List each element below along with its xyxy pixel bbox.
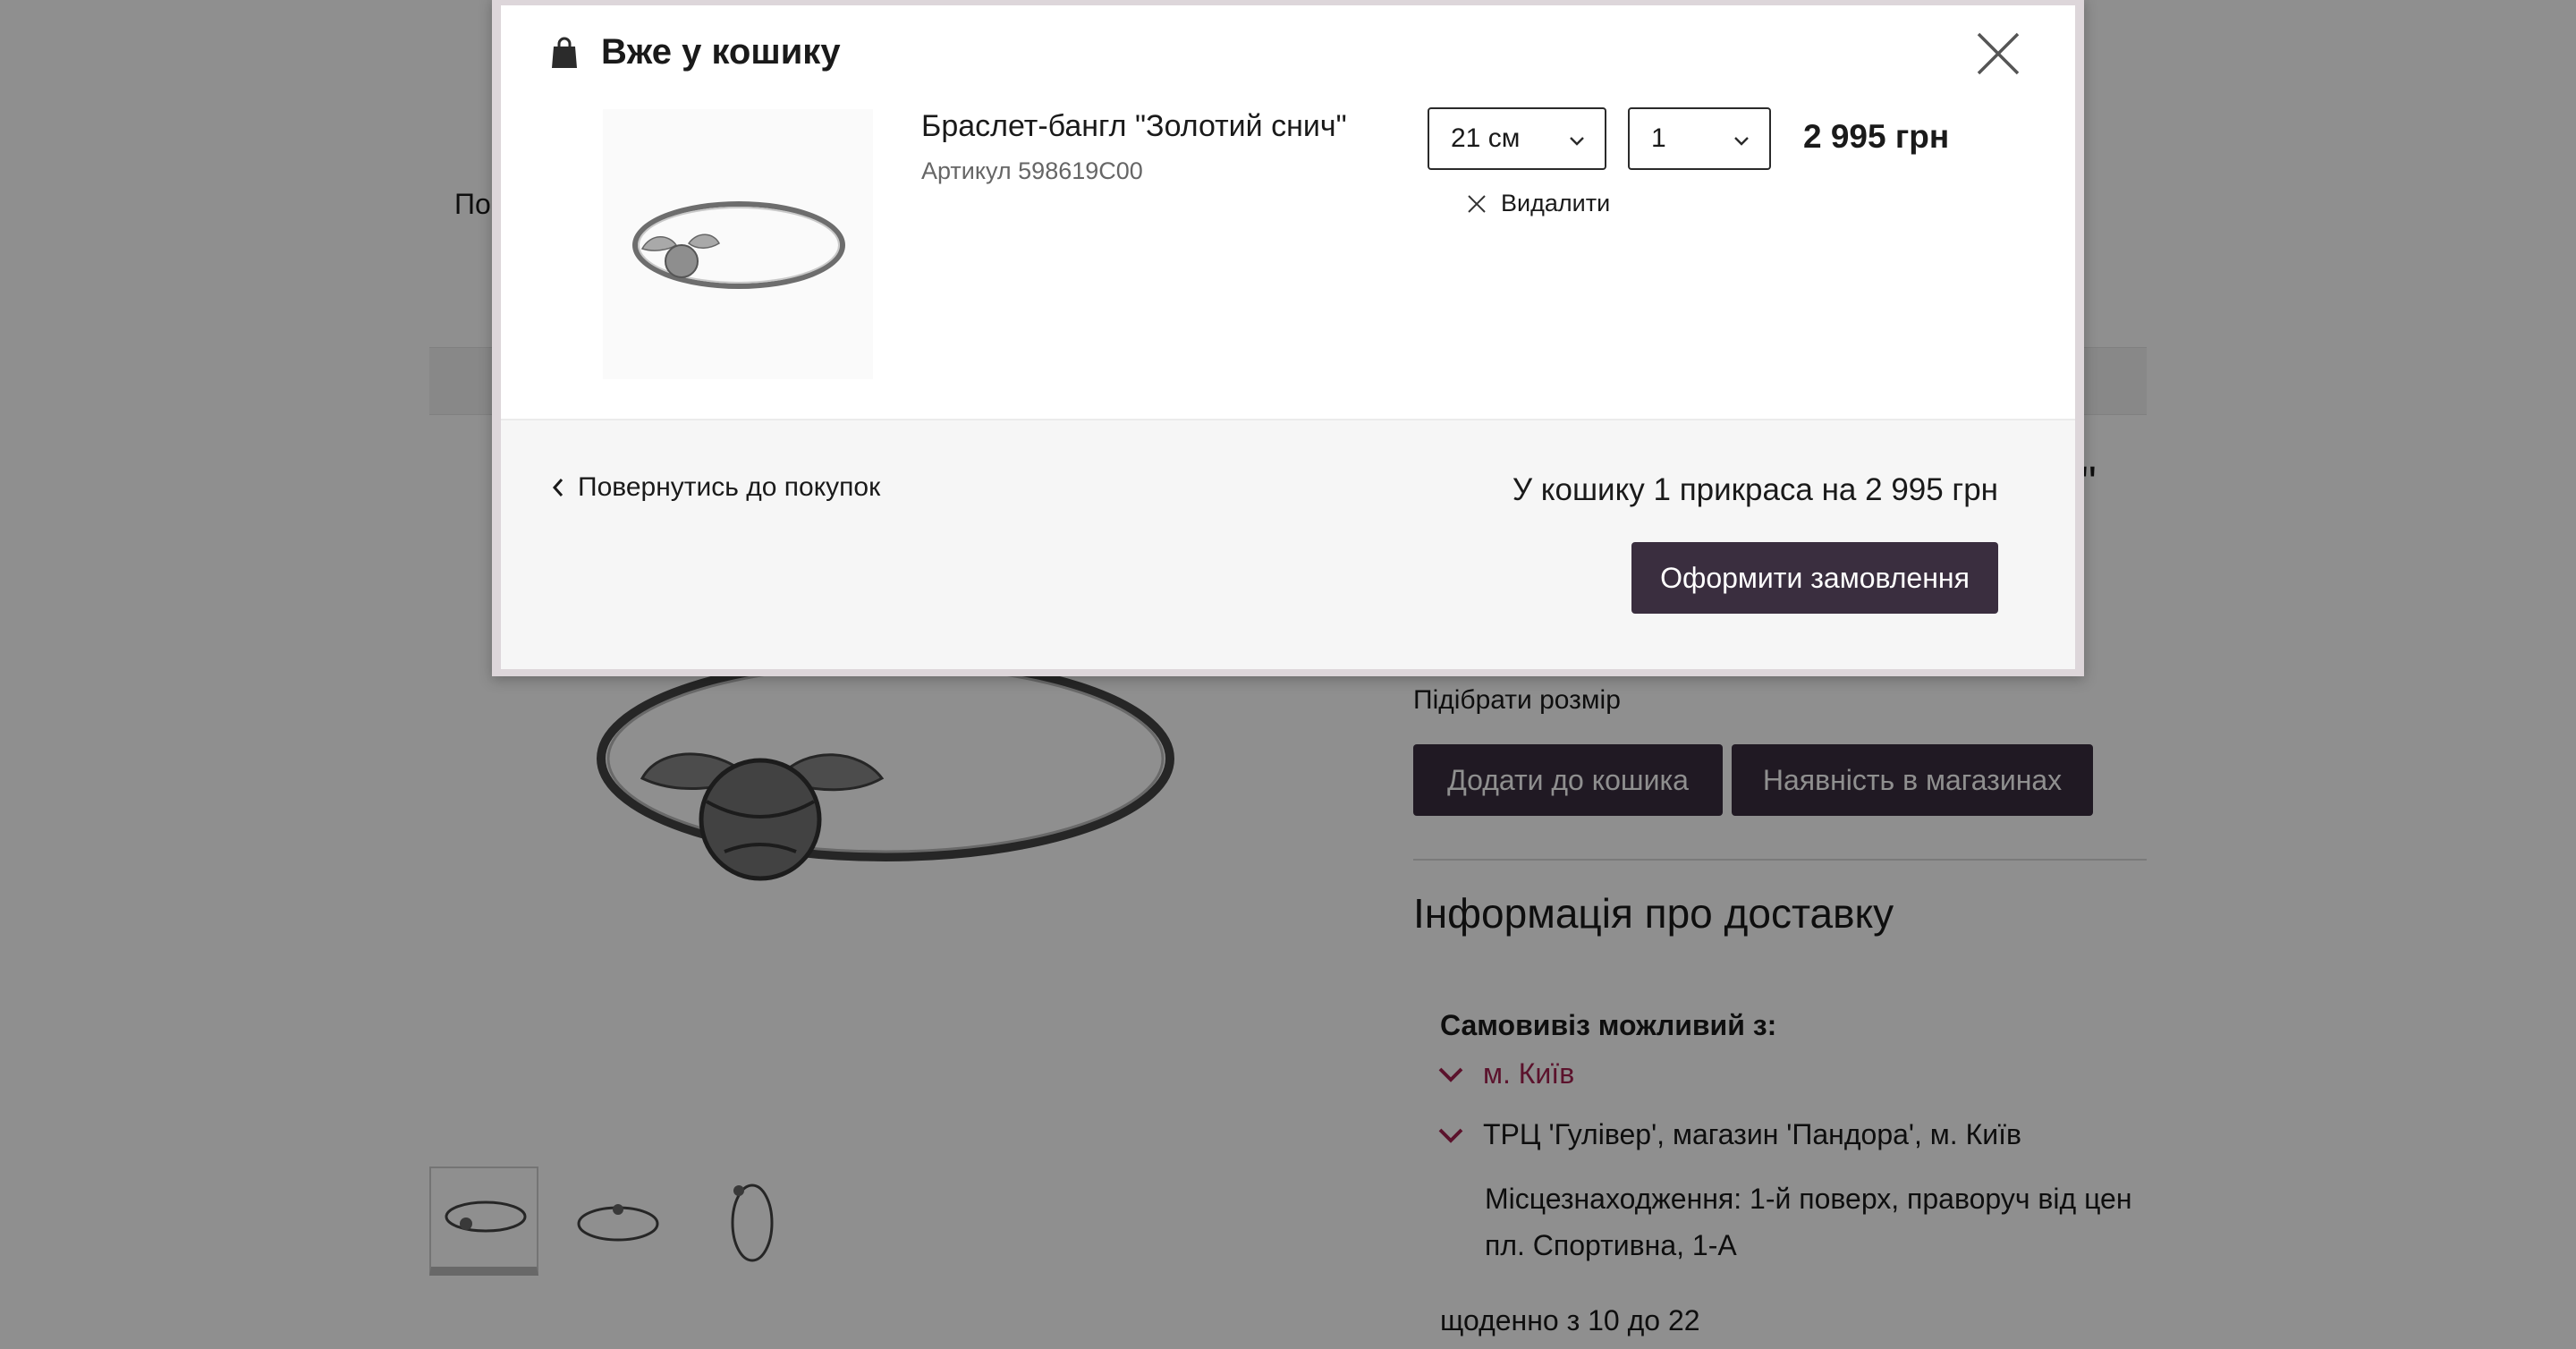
size-value: 21 см <box>1451 123 1521 153</box>
product-thumbnail[interactable] <box>603 109 873 379</box>
remove-item-button[interactable]: Видалити <box>1465 190 1610 217</box>
continue-shopping-label: Повернутись до покупок <box>578 472 881 502</box>
size-select[interactable]: 21 см <box>1428 107 1606 170</box>
product-page: По ч" <box>0 0 2576 1349</box>
quantity-select[interactable]: 1 <box>1628 107 1771 170</box>
quantity-value: 1 <box>1651 123 1666 153</box>
cart-summary: У кошику 1 прикраса на 2 995 грн <box>1512 472 1998 507</box>
product-name[interactable]: Браслет-бангл "Золотий снич" <box>921 109 1347 144</box>
modal-header: Вже у кошику <box>551 32 841 72</box>
continue-shopping-link[interactable]: Повернутись до покупок <box>551 472 880 503</box>
remove-item-label: Видалити <box>1501 190 1611 216</box>
chevron-down-icon <box>1570 137 1584 146</box>
chevron-left-icon <box>552 479 564 496</box>
checkout-button[interactable]: Оформити замовлення <box>1631 542 1998 614</box>
product-price: 2 995 грн <box>1803 118 1950 155</box>
product-sku: Артикул 598619C00 <box>921 157 1143 184</box>
cart-modal: Вже у кошику Браслет-бангл "Золотий снич… <box>492 0 2084 676</box>
close-icon[interactable] <box>1973 29 2023 79</box>
shopping-bag-icon <box>552 37 577 68</box>
chevron-down-icon <box>1734 137 1749 146</box>
modal-footer: Повернутись до покупок У кошику 1 прикра… <box>501 419 2075 669</box>
x-icon <box>1468 194 1486 213</box>
modal-title: Вже у кошику <box>601 32 841 72</box>
